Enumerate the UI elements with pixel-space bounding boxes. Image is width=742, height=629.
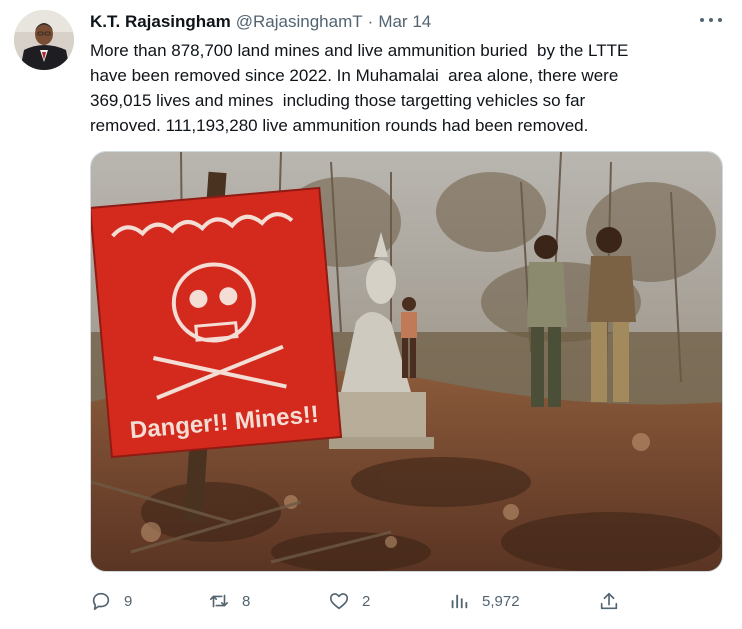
tweet-date[interactable]: Mar 14 [378,12,431,32]
like-button[interactable]: 2 [328,586,370,616]
avatar[interactable] [14,10,74,70]
share-icon [600,592,618,610]
retweet-count: 8 [242,592,251,610]
more-dot [718,18,722,22]
like-count: 2 [362,592,371,610]
author-handle[interactable]: @RajasinghamT [236,12,363,32]
views-icon [451,594,468,609]
tweet-header: K.T. Rajasingham @RajasinghamT · Mar 14 [90,12,431,34]
like-icon [329,593,349,610]
avatar-image [14,10,74,70]
reply-button[interactable]: 9 [90,586,132,616]
reply-icon [92,592,110,611]
share-button[interactable] [598,586,620,616]
reply-count: 9 [124,592,133,610]
tweet-text-line: removed. 111,193,280 live ammunition rou… [90,116,589,135]
tweet-text-line: More than 878,700 land mines and live am… [90,41,629,60]
views-button[interactable]: 5,972 [448,586,520,616]
tweet-photo[interactable]: Danger!! Mines!! [90,151,723,572]
tweet-actions: 9 8 2 5,972 [90,586,630,616]
author-name[interactable]: K.T. Rajasingham [90,12,231,32]
views-count: 5,972 [482,592,520,610]
danger-mines-sign: Danger!! Mines!! [91,186,343,459]
more-icon[interactable] [700,18,722,26]
retweet-button[interactable]: 8 [208,586,250,616]
tweet-text-line: have been removed since 2022. In Muhamal… [90,66,619,85]
separator-dot: · [367,12,374,31]
more-dot [700,18,704,22]
landmine-photo: Danger!! Mines!! [91,152,722,571]
more-dot [709,18,713,22]
tweet: K.T. Rajasingham @RajasinghamT · Mar 14 … [0,0,742,629]
tweet-text: More than 878,700 land mines and live am… [90,38,720,138]
tweet-text-line: 369,015 lives and mines including those … [90,91,586,110]
retweet-icon [209,594,229,608]
